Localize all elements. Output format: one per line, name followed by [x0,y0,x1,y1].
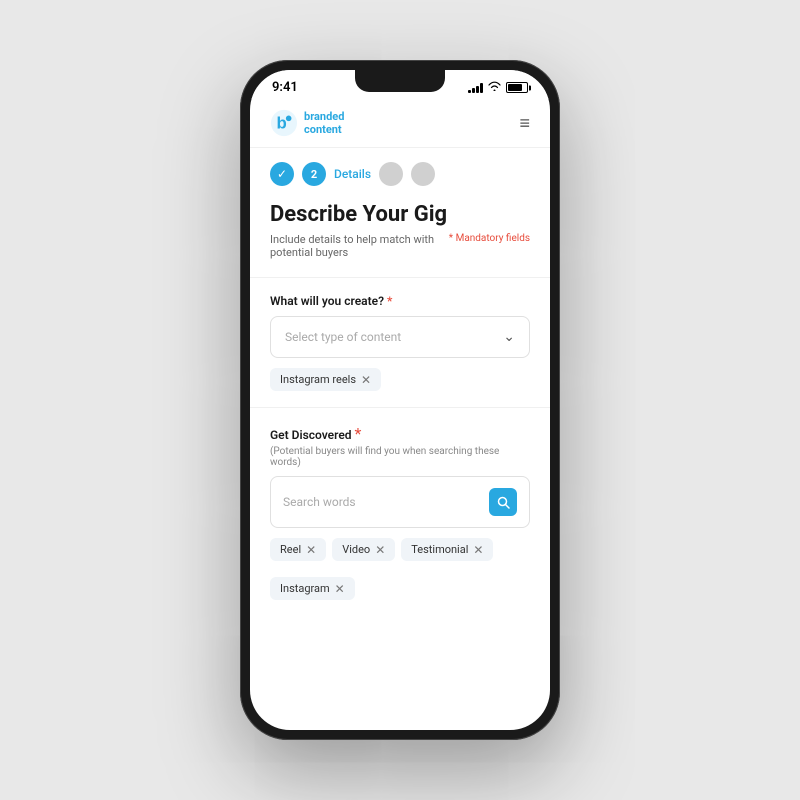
status-time: 9:41 [272,80,298,95]
step-1-complete: ✓ [270,162,294,186]
content-type-label: What will you create? * [270,294,530,308]
remove-tag-instagram[interactable]: ✕ [335,583,345,595]
main-content: ✓ 2 Details Describe Your Gig Include de… [250,148,550,730]
mandatory-note: * Mandatory fields [449,233,530,244]
remove-tag-instagram-reels[interactable]: ✕ [361,374,371,386]
content-type-select[interactable]: Select type of content ⌄ [270,316,530,358]
menu-button[interactable]: ≡ [519,113,530,134]
signal-icon [468,83,483,93]
logo-icon: b [270,109,298,137]
phone-notch [355,70,445,92]
get-discovered-label-row: Get Discovered * (Potential buyers will … [270,424,530,468]
tag-chip-testimonial: Testimonial ✕ [401,538,493,561]
divider-1 [250,277,550,278]
app-header: b branded content ≡ [250,99,550,148]
get-discovered-note: (Potential buyers will find you when sea… [270,446,530,468]
search-placeholder: Search words [283,495,356,509]
search-words-input[interactable]: Search words [270,476,530,528]
required-star: * [387,294,392,308]
step-3-dot [379,162,403,186]
svg-text:b: b [277,114,287,133]
remove-tag-reel[interactable]: ✕ [306,544,316,556]
search-button[interactable] [489,488,517,516]
content-type-placeholder: Select type of content [285,330,401,344]
search-icon [497,496,510,509]
step-4-dot [411,162,435,186]
divider-2 [250,407,550,408]
get-discovered-label: Get Discovered [270,428,352,442]
logo: b branded content [270,109,344,137]
tag-chip-reel: Reel ✕ [270,538,326,561]
phone-screen: 9:41 [250,70,550,730]
tag-chip-instagram-reels: Instagram reels ✕ [270,368,381,391]
chevron-down-icon: ⌄ [503,329,515,345]
tag-chip-instagram: Instagram ✕ [270,577,355,600]
remove-tag-video[interactable]: ✕ [375,544,385,556]
page-title: Describe Your Gig [270,202,530,227]
logo-text: branded content [304,110,344,136]
page-subtitle: Include details to help match with poten… [270,233,530,259]
search-tags-row: Reel ✕ Video ✕ Testimonial ✕ [270,538,530,561]
status-icons [468,81,528,94]
step-2-label: Details [334,167,371,181]
remove-tag-testimonial[interactable]: ✕ [473,544,483,556]
step-2-active: 2 [302,162,326,186]
phone-frame: 9:41 [240,60,560,740]
battery-icon [506,82,528,93]
wifi-icon [488,81,501,94]
search-tags-row-2: Instagram ✕ [270,577,530,600]
step-indicators: ✓ 2 Details [270,162,530,186]
selected-content-tags: Instagram reels ✕ [270,368,530,391]
tag-chip-video: Video ✕ [332,538,395,561]
